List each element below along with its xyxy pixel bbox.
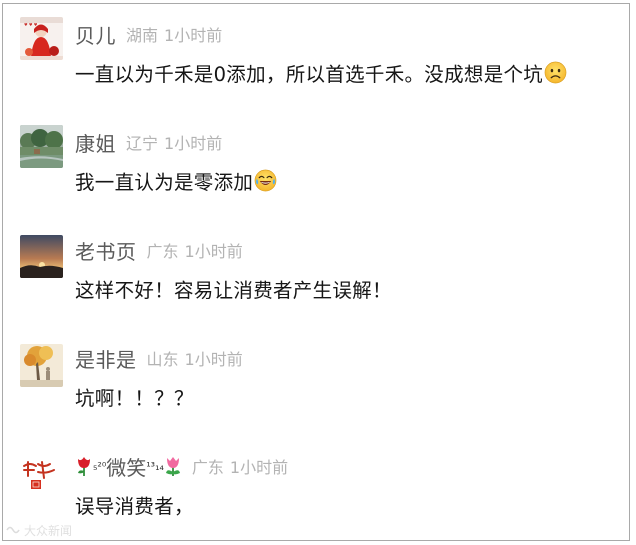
comment-text: 这样不好！容易让消费者产生误解！ xyxy=(75,278,392,302)
comment-body: 这样不好！容易让消费者产生误解！ xyxy=(75,273,392,303)
comment-meta: 山东 1小时前 xyxy=(147,346,243,370)
timestamp: 1小时前 xyxy=(184,242,243,261)
autumn-tree-avatar[interactable] xyxy=(20,344,63,387)
comment-header: ₅ ²⁰ 微笑 ¹³ ₁₄ 广东 1小时前 xyxy=(75,452,288,481)
comment-header: 康姐 辽宁 1小时前 xyxy=(75,128,222,157)
timestamp: 1小时前 xyxy=(164,134,223,153)
comment-text: 坑啊！！？？ xyxy=(75,386,194,410)
comment-meta: 湖南 1小时前 xyxy=(126,22,222,46)
location: 广东 xyxy=(191,458,224,477)
timestamp: 1小时前 xyxy=(184,350,243,369)
comment-item: ₅ ²⁰ 微笑 ¹³ ₁₄ 广东 1小时前 误导消费者， xyxy=(3,436,629,540)
comment-body: 坑啊！！？？ xyxy=(75,381,194,411)
watermark-logo-icon xyxy=(6,525,20,536)
comment-text: 误导消费者， xyxy=(75,494,194,518)
location: 辽宁 xyxy=(126,134,159,153)
comment-body: 误导消费者， xyxy=(75,489,194,519)
comment-meta: 辽宁 1小时前 xyxy=(126,130,222,154)
username[interactable]: 老书页 xyxy=(75,236,137,265)
comment-item: ♥ ♥ ♥ 贝儿 湖南 1小时前 一直以为千禾是0添加，所以首选千禾。没成想是个坑 xyxy=(3,4,629,112)
username-superscript: ¹³ xyxy=(146,459,156,473)
timestamp: 1小时前 xyxy=(164,26,223,45)
username[interactable]: 贝儿 xyxy=(75,20,116,49)
comment-header: 贝儿 湖南 1小时前 xyxy=(75,20,222,49)
comment-meta: 广东 1小时前 xyxy=(192,454,288,478)
username[interactable]: 康姐 xyxy=(75,128,116,157)
calligraphy-seal-avatar[interactable] xyxy=(20,456,63,499)
sunset-avatar[interactable] xyxy=(20,235,63,278)
username-superscript: ²⁰ xyxy=(97,459,107,473)
username[interactable]: ₅ ²⁰ 微笑 ¹³ ₁₄ xyxy=(75,452,182,481)
location: 广东 xyxy=(146,242,179,261)
comment-header: 是非是 山东 1小时前 xyxy=(75,344,243,373)
comment-text: 一直以为千禾是0添加，所以首选千禾。没成想是个坑 xyxy=(75,62,544,86)
comment-header: 老书页 广东 1小时前 xyxy=(75,236,243,265)
red-dress-girl-avatar[interactable]: ♥ ♥ ♥ xyxy=(20,17,63,60)
comment-meta: 广东 1小时前 xyxy=(147,238,243,262)
landscape-trees-avatar[interactable] xyxy=(20,125,63,168)
username-text: 微笑 xyxy=(106,455,147,480)
username[interactable]: 是非是 xyxy=(75,344,137,373)
laugh-cry-emoji xyxy=(254,169,277,192)
comment-item: 老书页 广东 1小时前 这样不好！容易让消费者产生误解！ xyxy=(3,220,629,328)
comment-body: 一直以为千禾是0添加，所以首选千禾。没成想是个坑 xyxy=(75,57,567,87)
comment-text: 我一直认为是零添加 xyxy=(75,170,254,194)
comment-item: 是非是 山东 1小时前 坑啊！！？？ xyxy=(3,328,629,436)
username-subscript: ₁₄ xyxy=(155,459,164,473)
location: 山东 xyxy=(146,350,179,369)
watermark-text: 大众新闻 xyxy=(24,524,73,538)
red-rose-icon xyxy=(75,455,93,477)
timestamp: 1小时前 xyxy=(229,458,289,477)
watermark: 大众新闻 xyxy=(6,522,72,539)
svg-text:♥ ♥ ♥: ♥ ♥ ♥ xyxy=(24,22,38,27)
comment-item: 康姐 辽宁 1小时前 我一直认为是零添加 xyxy=(3,112,629,220)
tulip-icon xyxy=(164,455,182,477)
comment-list: ♥ ♥ ♥ 贝儿 湖南 1小时前 一直以为千禾是0添加，所以首选千禾。没成想是个坑 xyxy=(2,3,630,541)
location: 湖南 xyxy=(126,26,159,45)
sad-face-emoji xyxy=(544,61,567,84)
comment-body: 我一直认为是零添加 xyxy=(75,165,277,195)
